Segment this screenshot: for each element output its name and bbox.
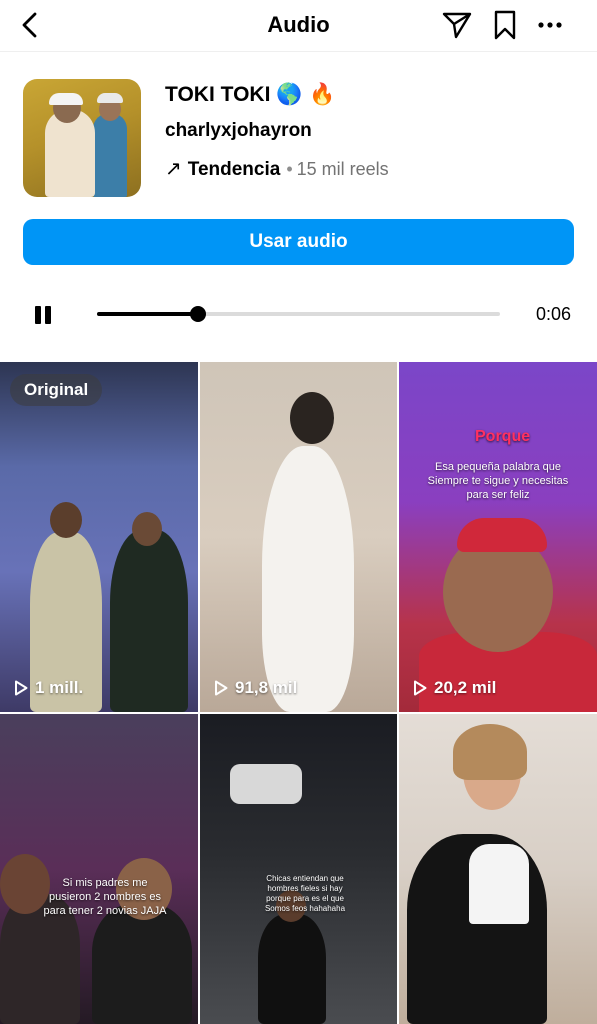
reel-caption: Chicas entiendan que hombres fieles si h… xyxy=(264,874,346,913)
top-bar: Audio xyxy=(0,0,597,52)
reel-views: 91,8 mil xyxy=(214,678,297,698)
reels-grid: Original 1 mill. 91,8 mil Porque Esa peq… xyxy=(0,362,597,1024)
reel-thumbnail[interactable]: Original 1 mill. xyxy=(0,362,198,712)
cover-cap xyxy=(97,93,123,103)
trend-label: Tendencia xyxy=(187,159,281,180)
reel-thumbnail[interactable]: Si mis padres me pusieron 2 nombres es p… xyxy=(0,714,198,1024)
reel-view-count: 1 mill. xyxy=(35,678,84,697)
reel-caption: Si mis padres me pusieron 2 nombres es p… xyxy=(43,877,167,917)
more-options-icon[interactable] xyxy=(532,9,568,41)
separator-dot: • xyxy=(286,159,293,179)
progress-slider[interactable] xyxy=(97,306,500,322)
playback-time: 0:06 xyxy=(536,304,572,324)
reel-views: 20,2 mil xyxy=(413,678,496,698)
reel-views: 1 mill. xyxy=(14,678,83,698)
song-title-emojis: 🌎 🔥 xyxy=(276,82,336,106)
reel-thumbnail[interactable] xyxy=(399,714,597,1024)
trend-row: ↗ Tendencia • 15 mil reels xyxy=(165,156,389,181)
bookmark-icon[interactable] xyxy=(489,9,521,41)
reels-count: 15 mil reels xyxy=(296,159,389,179)
use-audio-button[interactable]: Usar audio xyxy=(23,219,574,265)
play-icon xyxy=(414,680,427,696)
reel-caption: Esa pequeña palabra que Siempre te sigue… xyxy=(427,461,569,501)
reel-thumbnail[interactable]: Chicas entiendan que hombres fieles si h… xyxy=(200,714,397,1024)
album-cover[interactable] xyxy=(23,79,141,197)
artist-name[interactable]: charlyxjohayron xyxy=(165,120,312,142)
reel-thumbnail[interactable]: Porque Esa pequeña palabra que Siempre t… xyxy=(399,362,597,712)
cover-cap xyxy=(49,93,83,105)
reel-caption-title: Porque xyxy=(475,428,531,445)
song-title-text: TOKI TOKI xyxy=(165,83,271,106)
progress-handle[interactable] xyxy=(189,306,206,322)
progress-fill xyxy=(97,312,198,316)
original-badge: Original xyxy=(10,374,103,406)
reel-view-count: 91,8 mil xyxy=(235,678,298,697)
share-send-icon[interactable] xyxy=(440,9,474,41)
pause-icon[interactable] xyxy=(30,302,56,328)
play-icon xyxy=(215,680,228,696)
reel-thumbnail[interactable]: 91,8 mil xyxy=(200,362,397,712)
play-icon xyxy=(15,680,28,696)
song-title: TOKI TOKI 🌎 🔥 xyxy=(165,82,335,107)
cover-figure xyxy=(93,113,127,197)
reel-view-count: 20,2 mil xyxy=(434,678,497,697)
trending-arrow-icon: ↗ xyxy=(165,158,182,180)
